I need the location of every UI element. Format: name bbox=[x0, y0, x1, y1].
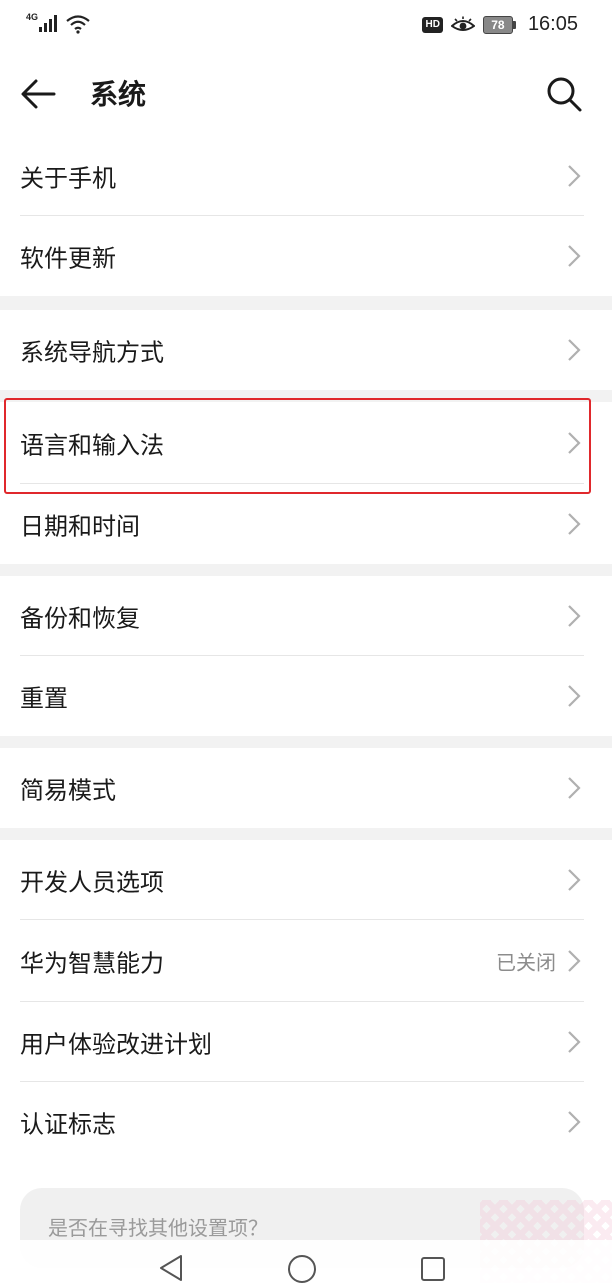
battery-icon: 78 bbox=[482, 15, 516, 34]
chevron-right-icon bbox=[568, 165, 581, 187]
chevron-right-icon bbox=[568, 1111, 581, 1133]
chevron-right-icon bbox=[568, 1031, 581, 1053]
clock: 16:05 bbox=[527, 13, 578, 35]
highlight-box bbox=[4, 398, 591, 494]
item-label: 简易模式 bbox=[20, 776, 116, 805]
navigation-bar bbox=[0, 1240, 612, 1283]
chevron-right-icon bbox=[568, 685, 581, 707]
nav-recent-icon[interactable] bbox=[420, 1256, 446, 1282]
group-gap bbox=[0, 736, 612, 748]
group-gap bbox=[0, 296, 612, 310]
eye-comfort-icon bbox=[450, 16, 475, 31]
group-gap bbox=[0, 564, 612, 576]
settings-item-about-phone[interactable]: 关于手机 bbox=[0, 136, 612, 216]
item-label: 系统导航方式 bbox=[20, 338, 164, 367]
item-label: 开发人员选项 bbox=[20, 868, 164, 897]
chevron-right-icon bbox=[568, 777, 581, 799]
settings-item-reset[interactable]: 重置 bbox=[0, 656, 612, 736]
item-label: 关于手机 bbox=[20, 164, 116, 193]
settings-item-system-navigation[interactable]: 系统导航方式 bbox=[0, 310, 612, 390]
item-label: 重置 bbox=[20, 684, 68, 713]
chevron-right-icon bbox=[568, 605, 581, 627]
settings-item-developer-options[interactable]: 开发人员选项 bbox=[0, 840, 612, 920]
status-bar: 4G HD 78 16:05 bbox=[0, 0, 612, 52]
nav-back-icon[interactable] bbox=[158, 1254, 184, 1282]
settings-item-software-update[interactable]: 软件更新 bbox=[0, 216, 612, 296]
settings-item-simple-mode[interactable]: 简易模式 bbox=[0, 748, 612, 828]
battery-level: 78 bbox=[491, 17, 505, 32]
item-label: 华为智慧能力 bbox=[20, 949, 164, 978]
status-right: HD 78 16:05 bbox=[422, 13, 578, 36]
settings-item-date-time[interactable]: 日期和时间 bbox=[0, 484, 612, 564]
arrow-left-icon[interactable] bbox=[18, 74, 58, 114]
item-label: 备份和恢复 bbox=[20, 604, 140, 633]
network-type: 4G bbox=[26, 12, 39, 22]
nav-home-icon[interactable] bbox=[287, 1254, 317, 1283]
settings-item-certification-logo[interactable]: 认证标志 bbox=[0, 1082, 612, 1162]
chevron-right-icon bbox=[568, 950, 581, 972]
search-icon[interactable] bbox=[544, 74, 584, 114]
signal-icon bbox=[39, 12, 58, 32]
suggestion-text: 是否在寻找其他设置项？ bbox=[48, 1216, 268, 1240]
item-label: 用户体验改进计划 bbox=[20, 1030, 212, 1059]
chevron-right-icon bbox=[568, 339, 581, 361]
hd-badge: HD bbox=[422, 16, 443, 33]
page-title: 系统 bbox=[90, 78, 147, 111]
settings-item-huawei-smart-ability[interactable]: 华为智慧能力 已关闭 bbox=[0, 920, 612, 1002]
chevron-right-icon bbox=[568, 869, 581, 891]
item-label: 认证标志 bbox=[20, 1110, 116, 1139]
group-gap bbox=[0, 828, 612, 840]
status-left: 4G bbox=[26, 12, 91, 34]
settings-item-backup-restore[interactable]: 备份和恢复 bbox=[0, 576, 612, 656]
item-status-value: 已关闭 bbox=[496, 950, 556, 975]
item-label: 软件更新 bbox=[20, 244, 116, 273]
title-bar: 系统 bbox=[0, 52, 612, 140]
wifi-icon bbox=[66, 15, 90, 34]
settings-item-user-experience[interactable]: 用户体验改进计划 bbox=[0, 1002, 612, 1082]
chevron-right-icon bbox=[568, 245, 581, 267]
item-label: 日期和时间 bbox=[20, 512, 140, 541]
chevron-right-icon bbox=[568, 513, 581, 535]
